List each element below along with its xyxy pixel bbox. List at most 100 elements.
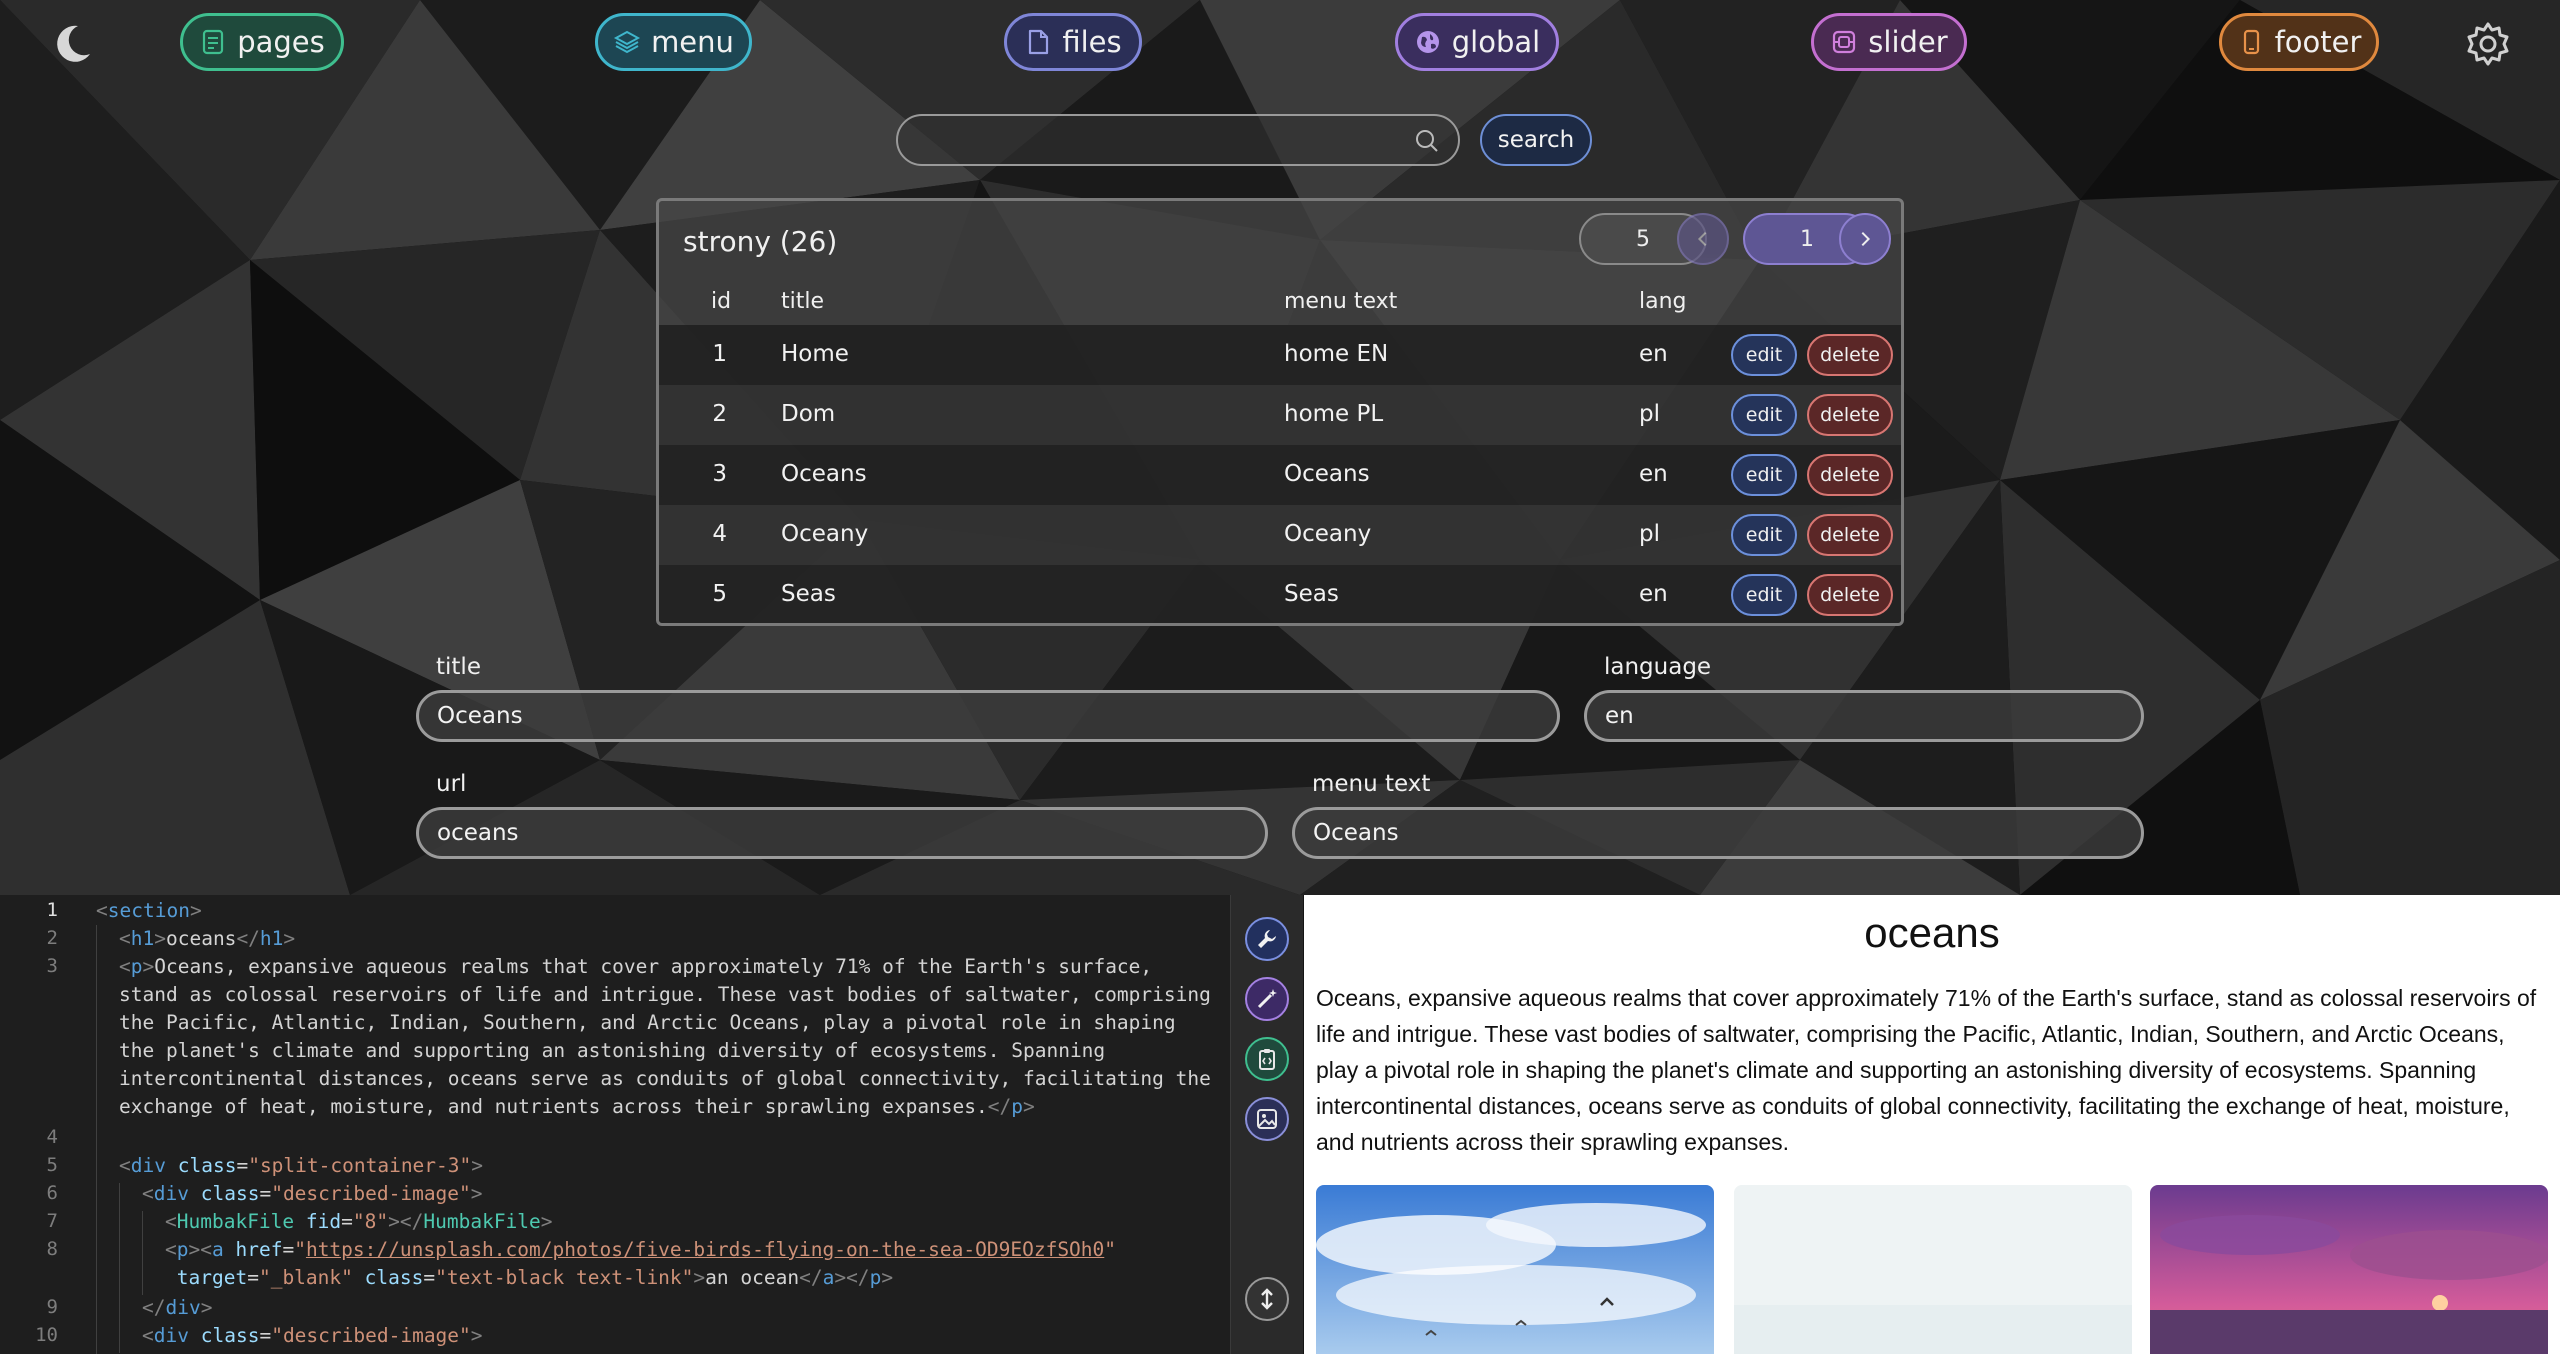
row-lang: en — [1639, 341, 1668, 367]
next-page-button[interactable] — [1839, 213, 1891, 265]
delete-button[interactable]: delete — [1807, 334, 1893, 376]
table-row: 4 Oceany Oceany pl edit delete — [659, 505, 1901, 565]
row-lang: pl — [1639, 521, 1660, 547]
nav-slider-label: slider — [1868, 25, 1948, 59]
code-line: <div class="described-image"> — [142, 1324, 483, 1347]
code-editor[interactable]: 1 2 3 4 5 6 7 8 9 10 <section> <h1>ocean… — [0, 895, 1230, 1354]
code-line: <p>Oceans, expansive aqueous realms that… — [119, 955, 1153, 978]
line-number-gutter: 1 2 3 4 5 6 7 8 9 10 — [0, 895, 90, 1354]
delete-button[interactable]: delete — [1807, 514, 1893, 556]
edit-button[interactable]: edit — [1731, 514, 1797, 556]
column-header-title: title — [781, 289, 825, 314]
delete-button[interactable]: delete — [1807, 574, 1893, 616]
mobile-icon — [2243, 29, 2259, 55]
table-row: 2 Dom home PL pl edit delete — [659, 385, 1901, 445]
nav-global-label: global — [1451, 25, 1541, 59]
menu-text-field[interactable]: Oceans — [1292, 807, 2144, 859]
paste-code-button[interactable] — [1245, 1037, 1289, 1081]
prev-page-button[interactable] — [1677, 213, 1729, 265]
image-slider-icon — [1833, 30, 1856, 54]
code-line: <HumbakFile fid="8"></HumbakFile> — [165, 1210, 553, 1233]
format-code-button[interactable] — [1245, 917, 1289, 961]
nav-footer-label: footer — [2274, 25, 2362, 59]
magic-wand-icon — [1257, 989, 1277, 1009]
vertical-resize-icon — [1261, 1288, 1273, 1310]
row-menu-text: Oceans — [1284, 461, 1370, 487]
pages-table-title: strony (26) — [683, 225, 838, 258]
row-lang: en — [1639, 581, 1668, 607]
nav-files-label: files — [1062, 25, 1122, 59]
delete-button[interactable]: delete — [1807, 394, 1893, 436]
resize-handle-button[interactable] — [1245, 1277, 1289, 1321]
dark-mode-toggle[interactable] — [48, 20, 96, 68]
search-icon — [1416, 130, 1438, 152]
row-title: Seas — [781, 581, 836, 607]
nav-global-button[interactable]: global — [1395, 13, 1559, 71]
title-field[interactable]: Oceans — [416, 690, 1560, 742]
row-title: Home — [781, 341, 849, 367]
preview-title: oceans — [1864, 909, 2000, 956]
search-field[interactable] — [896, 114, 1460, 166]
row-title: Dom — [781, 401, 836, 427]
delete-button[interactable]: delete — [1807, 454, 1893, 496]
code-line: the Pacific, Atlantic, Indian, Southern,… — [119, 1011, 1176, 1034]
code-line: <div class="split-container-3"> — [119, 1154, 484, 1177]
page-preview: oceans Oceans, expansive aqueous realms … — [1304, 895, 2560, 1354]
code-line: the planet's climate and supporting an a… — [119, 1039, 1106, 1062]
layers-icon — [613, 30, 641, 54]
code-line: <section> — [96, 899, 202, 922]
code-line: intercontinental distances, oceans serve… — [119, 1067, 1211, 1090]
preview-image-birds — [1316, 1185, 1714, 1354]
preview-image-sunset — [2150, 1185, 2548, 1354]
line-number: 7 — [46, 1210, 58, 1232]
edit-button[interactable]: edit — [1731, 334, 1797, 376]
url-field[interactable]: oceans — [416, 807, 1268, 859]
table-row: 1 Home home EN en edit delete — [659, 325, 1901, 385]
table-header: id title menu text lang — [659, 279, 1901, 325]
language-field[interactable]: en — [1584, 690, 2144, 742]
image-icon — [1257, 1109, 1277, 1129]
column-header-lang: lang — [1639, 289, 1687, 314]
row-id: 4 — [712, 521, 727, 547]
moon-icon — [57, 25, 90, 62]
line-number: 2 — [46, 927, 58, 949]
language-label: language — [1604, 654, 1712, 680]
line-number: 10 — [35, 1324, 58, 1346]
line-number: 3 — [46, 955, 58, 977]
row-id: 1 — [712, 341, 727, 367]
nav-slider-button[interactable]: slider — [1811, 13, 1967, 71]
title-label: title — [436, 654, 481, 680]
code-line: target="_blank" class="text-black text-l… — [176, 1266, 894, 1289]
pages-table-panel: strony (26) 5 1 id title menu text lang … — [656, 198, 1904, 626]
edit-button[interactable]: edit — [1731, 454, 1797, 496]
editor-toolbar — [1230, 895, 1303, 1354]
clipboard-code-icon — [1259, 1049, 1275, 1070]
file-icon — [1029, 29, 1049, 55]
edit-button[interactable]: edit — [1731, 394, 1797, 436]
gear-icon — [2467, 22, 2509, 66]
search-input[interactable] — [916, 116, 1400, 166]
insert-image-button[interactable] — [1245, 1097, 1289, 1141]
preview-paragraph: Oceans, expansive aqueous realms that co… — [1316, 985, 2537, 1155]
nav-pages-label: pages — [237, 25, 325, 59]
nav-menu-label: menu — [651, 25, 734, 59]
nav-pages-button[interactable]: pages — [180, 13, 344, 71]
table-row: 3 Oceans Oceans en edit delete — [659, 445, 1901, 505]
magic-tool-button[interactable] — [1245, 977, 1289, 1021]
column-header-id: id — [711, 289, 732, 314]
line-number: 4 — [46, 1126, 58, 1148]
nav-files-button[interactable]: files — [1004, 13, 1142, 71]
row-id: 2 — [712, 401, 727, 427]
nav-menu-button[interactable]: menu — [595, 13, 752, 71]
row-lang: en — [1639, 461, 1668, 487]
search-button[interactable]: search — [1480, 114, 1592, 166]
nav-footer-button[interactable]: footer — [2219, 13, 2379, 71]
row-menu-text: Seas — [1284, 581, 1339, 607]
edit-button[interactable]: edit — [1731, 574, 1797, 616]
row-title: Oceans — [781, 461, 867, 487]
document-icon — [203, 29, 224, 55]
code-line: </div> — [142, 1296, 213, 1319]
settings-button[interactable] — [2464, 20, 2512, 68]
row-menu-text: home EN — [1284, 341, 1389, 367]
row-menu-text: home PL — [1284, 401, 1384, 427]
